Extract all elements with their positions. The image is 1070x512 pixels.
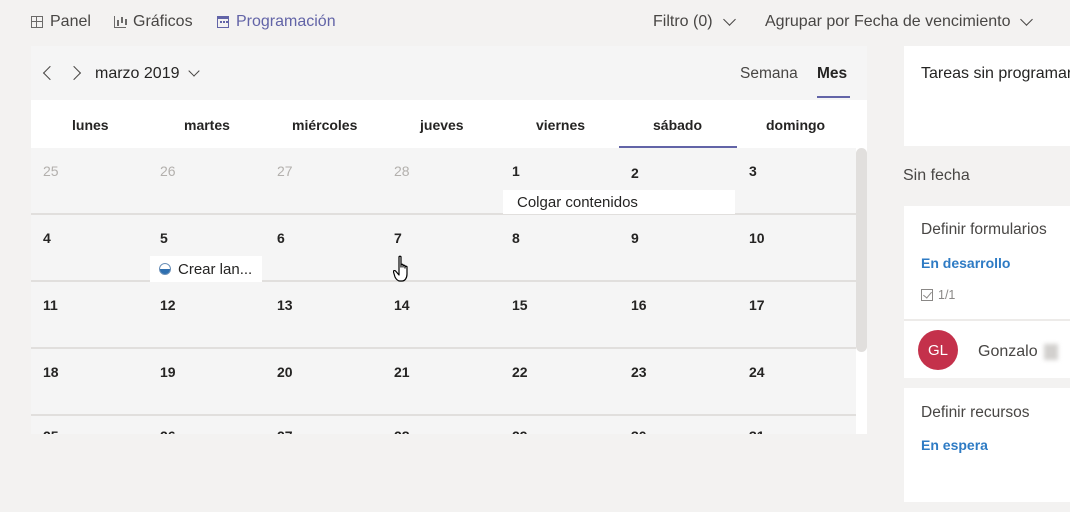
chevron-down-icon — [722, 12, 736, 26]
calendar-icon — [217, 16, 229, 28]
grid-icon — [31, 16, 43, 28]
day-number[interactable]: 18 — [43, 364, 59, 380]
day-number[interactable]: 25 — [43, 163, 59, 179]
weekday-label: jueves — [420, 117, 464, 133]
tab-graficos[interactable]: Gráficos — [114, 12, 193, 32]
tab-panel-label: Panel — [50, 13, 91, 30]
week-divider — [31, 347, 856, 349]
day-number[interactable]: 28 — [394, 163, 410, 179]
task-card[interactable]: Definir recursos En espera — [904, 388, 1070, 502]
unscheduled-panel-header: Tareas sin programar — [904, 46, 1070, 146]
task-card-title: Definir formularios — [921, 221, 1047, 238]
tab-month[interactable]: Mes — [817, 65, 847, 83]
hand-cursor-icon — [393, 255, 408, 282]
weekday-label: miércoles — [292, 117, 358, 133]
task-card-status[interactable]: En desarrollo — [921, 255, 1010, 271]
task-event[interactable]: Crear lan... — [150, 256, 262, 282]
day-number[interactable]: 12 — [160, 297, 176, 313]
day-number[interactable]: 21 — [394, 364, 410, 380]
day-number[interactable]: 15 — [512, 297, 528, 313]
weekday-label: lunes — [72, 117, 109, 133]
calendar-header: marzo 2019 Semana Mes — [31, 46, 867, 100]
tab-week[interactable]: Semana — [740, 65, 798, 83]
calendar: marzo 2019 Semana Mes lunes martes miérc… — [31, 46, 867, 434]
redacted-text — [1043, 343, 1058, 360]
weekday-label: martes — [184, 117, 230, 133]
day-number[interactable]: 2 — [631, 165, 639, 181]
section-no-date: Sin fecha — [903, 167, 970, 184]
day-number[interactable]: 7 — [394, 230, 402, 246]
day-number[interactable]: 20 — [277, 364, 293, 380]
top-bar: Panel Gráficos Programación Filtro (0) A… — [0, 0, 1070, 44]
weekday-label: viernes — [536, 117, 586, 133]
day-number[interactable]: 14 — [394, 297, 410, 313]
chart-icon — [114, 16, 126, 28]
weekday-header: lunes martes miércoles jueves viernes sá… — [31, 100, 856, 148]
day-number[interactable]: 28 — [394, 428, 410, 434]
day-number[interactable]: 22 — [512, 364, 528, 380]
day-number[interactable]: 13 — [277, 297, 293, 313]
unscheduled-panel-title: Tareas sin programar — [921, 65, 1070, 82]
progress-half-icon — [159, 263, 171, 275]
day-number[interactable]: 26 — [160, 163, 176, 179]
day-number[interactable]: 30 — [631, 428, 647, 434]
day-number[interactable]: 26 — [160, 428, 176, 434]
tab-graficos-label: Gráficos — [133, 13, 193, 30]
checkbox-icon — [921, 289, 933, 301]
chevron-down-icon — [187, 65, 200, 77]
checklist-progress: 1/1 — [921, 288, 955, 302]
chevron-right-icon[interactable] — [66, 65, 82, 81]
filter-label: Filtro (0) — [653, 13, 713, 30]
month-grid: 25 26 27 28 1 2 3 4 5 6 7 8 9 10 11 12 1… — [31, 148, 856, 434]
day-number[interactable]: 9 — [631, 230, 639, 246]
calendar-scrollbar[interactable] — [856, 148, 867, 352]
day-number[interactable]: 10 — [749, 230, 765, 246]
day-number[interactable]: 23 — [631, 364, 647, 380]
day-number[interactable]: 25 — [43, 428, 59, 434]
filter-button[interactable]: Filtro (0) — [653, 12, 736, 32]
avatar-initials: GL — [927, 341, 948, 359]
task-card[interactable]: Definir formularios En desarrollo 1/1 GL… — [904, 206, 1070, 378]
day-number[interactable]: 19 — [160, 364, 176, 380]
chevron-left-icon[interactable] — [42, 65, 58, 81]
day-number[interactable]: 24 — [749, 364, 765, 380]
day-number[interactable]: 16 — [631, 297, 647, 313]
month-selector[interactable]: marzo 2019 — [95, 65, 200, 83]
weekday-label: sábado — [653, 117, 703, 133]
weekday-label: domingo — [766, 117, 826, 133]
assignee-name: Gonzalo — [978, 343, 1058, 361]
day-number[interactable]: 29 — [512, 428, 528, 434]
tab-programacion-label: Programación — [236, 13, 336, 30]
day-number[interactable]: 27 — [277, 163, 293, 179]
assignee-name-text: Gonzalo — [978, 343, 1038, 360]
chevron-down-icon — [1020, 12, 1034, 26]
day-number[interactable]: 27 — [277, 428, 293, 434]
task-card-title: Definir recursos — [921, 404, 1030, 421]
day-number[interactable]: 11 — [43, 297, 58, 313]
tab-programacion[interactable]: Programación — [217, 12, 336, 32]
task-card-status[interactable]: En espera — [921, 437, 988, 453]
group-by-button[interactable]: Agrupar por Fecha de vencimiento — [765, 12, 1034, 32]
checklist-count: 1/1 — [938, 288, 956, 302]
month-label: marzo 2019 — [95, 65, 180, 82]
day-number[interactable]: 17 — [749, 297, 765, 313]
task-event-title: Colgar contenidos — [517, 193, 638, 211]
day-number[interactable]: 31 — [749, 428, 765, 434]
day-number[interactable]: 8 — [512, 230, 520, 246]
avatar[interactable]: GL — [918, 330, 958, 370]
day-number[interactable]: 1 — [512, 163, 520, 179]
day-number[interactable]: 4 — [43, 230, 51, 246]
task-event-title: Crear lan... — [178, 260, 253, 278]
active-view-indicator — [817, 96, 850, 98]
card-divider — [904, 319, 1070, 321]
week-divider — [31, 414, 856, 416]
tab-panel[interactable]: Panel — [31, 12, 91, 32]
day-number[interactable]: 5 — [160, 230, 168, 246]
task-event[interactable]: Colgar contenidos — [503, 190, 735, 214]
group-by-label: Agrupar por Fecha de vencimiento — [765, 13, 1011, 30]
day-number[interactable]: 6 — [277, 230, 285, 246]
day-number[interactable]: 3 — [749, 163, 757, 179]
